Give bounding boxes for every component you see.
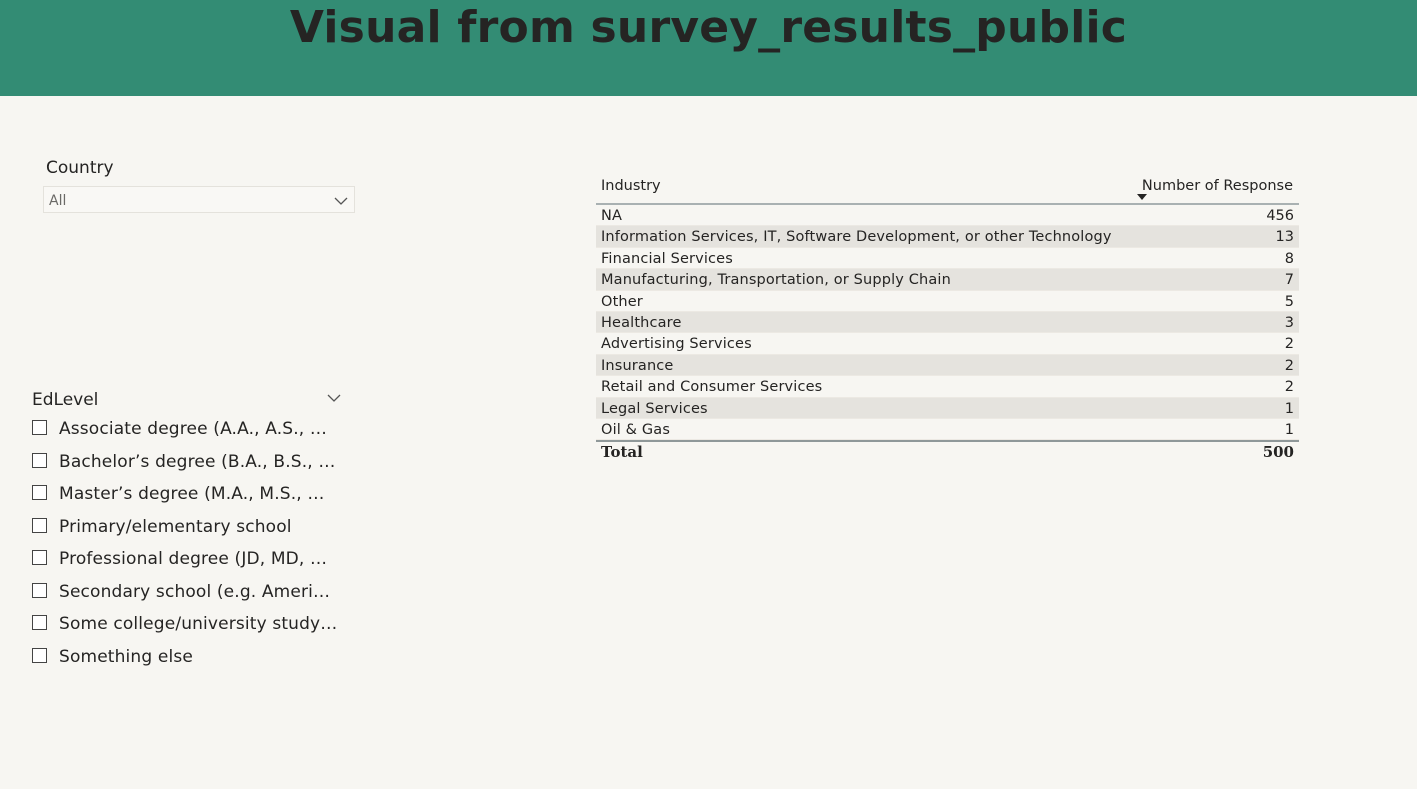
table-total-row: Total 500 xyxy=(596,440,1299,464)
industry-cell: Retail and Consumer Services xyxy=(601,379,823,396)
count-cell: 2 xyxy=(1284,357,1294,374)
table-row[interactable]: Manufacturing, Transportation, or Supply… xyxy=(596,269,1299,291)
count-cell: 456 xyxy=(1266,208,1294,224)
table-row[interactable]: Retail and Consumer Services 2 xyxy=(596,376,1299,398)
column-header-number-of-response[interactable]: Number of Response xyxy=(1142,177,1293,195)
edlevel-slicer-title: EdLevel xyxy=(32,390,99,410)
edlevel-option-label: Master’s degree (M.A., M.S., … xyxy=(59,484,325,504)
table-row[interactable]: Other 5 xyxy=(596,291,1299,312)
industry-cell: Oil & Gas xyxy=(601,421,671,438)
edlevel-option[interactable]: Professional degree (JD, MD, … xyxy=(32,547,352,580)
checkbox[interactable] xyxy=(32,582,47,598)
table-row[interactable]: Information Services, IT, Software Devel… xyxy=(596,226,1299,248)
industry-table: Industry Number of Response NA 456 Infor… xyxy=(596,174,1299,464)
industry-cell: Healthcare xyxy=(601,314,682,331)
country-dropdown[interactable]: All xyxy=(43,186,355,213)
edlevel-option-label: Something else xyxy=(59,646,193,667)
table-row[interactable]: Legal Services 1 xyxy=(596,397,1299,419)
edlevel-option[interactable]: Master’s degree (M.A., M.S., … xyxy=(32,482,352,515)
table-row[interactable]: Financial Services 8 xyxy=(596,248,1299,270)
edlevel-option-label: Primary/elementary school xyxy=(59,516,292,537)
chevron-down-icon[interactable] xyxy=(326,392,342,404)
count-cell: 8 xyxy=(1284,250,1294,267)
edlevel-option-label: Professional degree (JD, MD, … xyxy=(59,549,328,569)
edlevel-option[interactable]: Associate degree (A.A., A.S., … xyxy=(32,417,352,450)
table-row[interactable]: NA 456 xyxy=(596,205,1299,227)
edlevel-option-label: Bachelor’s degree (B.A., B.S., … xyxy=(59,451,336,472)
count-cell: 7 xyxy=(1284,272,1294,289)
checkbox[interactable] xyxy=(32,517,47,533)
count-cell: 5 xyxy=(1284,293,1294,310)
checkbox[interactable] xyxy=(32,420,47,435)
industry-cell: Other xyxy=(601,293,643,310)
country-slicer-title: Country xyxy=(46,158,114,178)
industry-cell: Financial Services xyxy=(601,250,733,267)
total-label: Total xyxy=(601,443,643,462)
industry-cell: Manufacturing, Transportation, or Supply… xyxy=(601,272,951,289)
industry-cell: NA xyxy=(601,208,623,224)
edlevel-option-label: Secondary school (e.g. Ameri… xyxy=(59,581,331,602)
checkbox[interactable] xyxy=(32,485,47,500)
edlevel-option[interactable]: Primary/elementary school xyxy=(32,515,352,548)
count-cell: 3 xyxy=(1284,314,1294,331)
sort-descending-icon xyxy=(1137,194,1147,200)
industry-cell: Advertising Services xyxy=(601,336,752,353)
edlevel-option[interactable]: Some college/university study… xyxy=(32,612,352,645)
table-row[interactable]: Insurance 2 xyxy=(596,354,1299,377)
edlevel-option[interactable]: Bachelor’s degree (B.A., B.S., … xyxy=(32,450,352,483)
total-value: 500 xyxy=(1262,443,1294,462)
edlevel-option[interactable]: Secondary school (e.g. Ameri… xyxy=(32,580,352,613)
checkbox[interactable] xyxy=(32,615,47,630)
checkbox[interactable] xyxy=(32,647,47,663)
edlevel-option-label: Associate degree (A.A., A.S., … xyxy=(59,419,328,439)
industry-cell: Legal Services xyxy=(601,400,708,417)
edlevel-option-list: Associate degree (A.A., A.S., … Bachelor… xyxy=(32,417,352,677)
table-row[interactable]: Advertising Services 2 xyxy=(596,333,1299,355)
count-cell: 2 xyxy=(1284,336,1294,353)
industry-cell: Information Services, IT, Software Devel… xyxy=(601,229,1112,246)
edlevel-option[interactable]: Something else xyxy=(32,645,352,678)
table-row[interactable]: Oil & Gas 1 xyxy=(596,419,1299,441)
count-cell: 2 xyxy=(1284,379,1294,396)
chevron-down-icon xyxy=(334,197,348,205)
page-title: Visual from survey_results_public xyxy=(289,2,1128,53)
count-cell: 1 xyxy=(1284,421,1294,438)
header-banner: Visual from survey_results_public xyxy=(0,0,1417,96)
count-cell: 1 xyxy=(1284,400,1294,417)
checkbox[interactable] xyxy=(32,452,47,468)
table-header: Industry Number of Response xyxy=(596,174,1299,205)
country-selected-value: All xyxy=(49,193,67,209)
edlevel-option-label: Some college/university study… xyxy=(59,614,338,634)
column-header-industry[interactable]: Industry xyxy=(601,177,661,195)
table-row[interactable]: Healthcare 3 xyxy=(596,311,1299,334)
checkbox[interactable] xyxy=(32,550,47,565)
industry-cell: Insurance xyxy=(601,357,674,374)
count-cell: 13 xyxy=(1275,229,1294,246)
